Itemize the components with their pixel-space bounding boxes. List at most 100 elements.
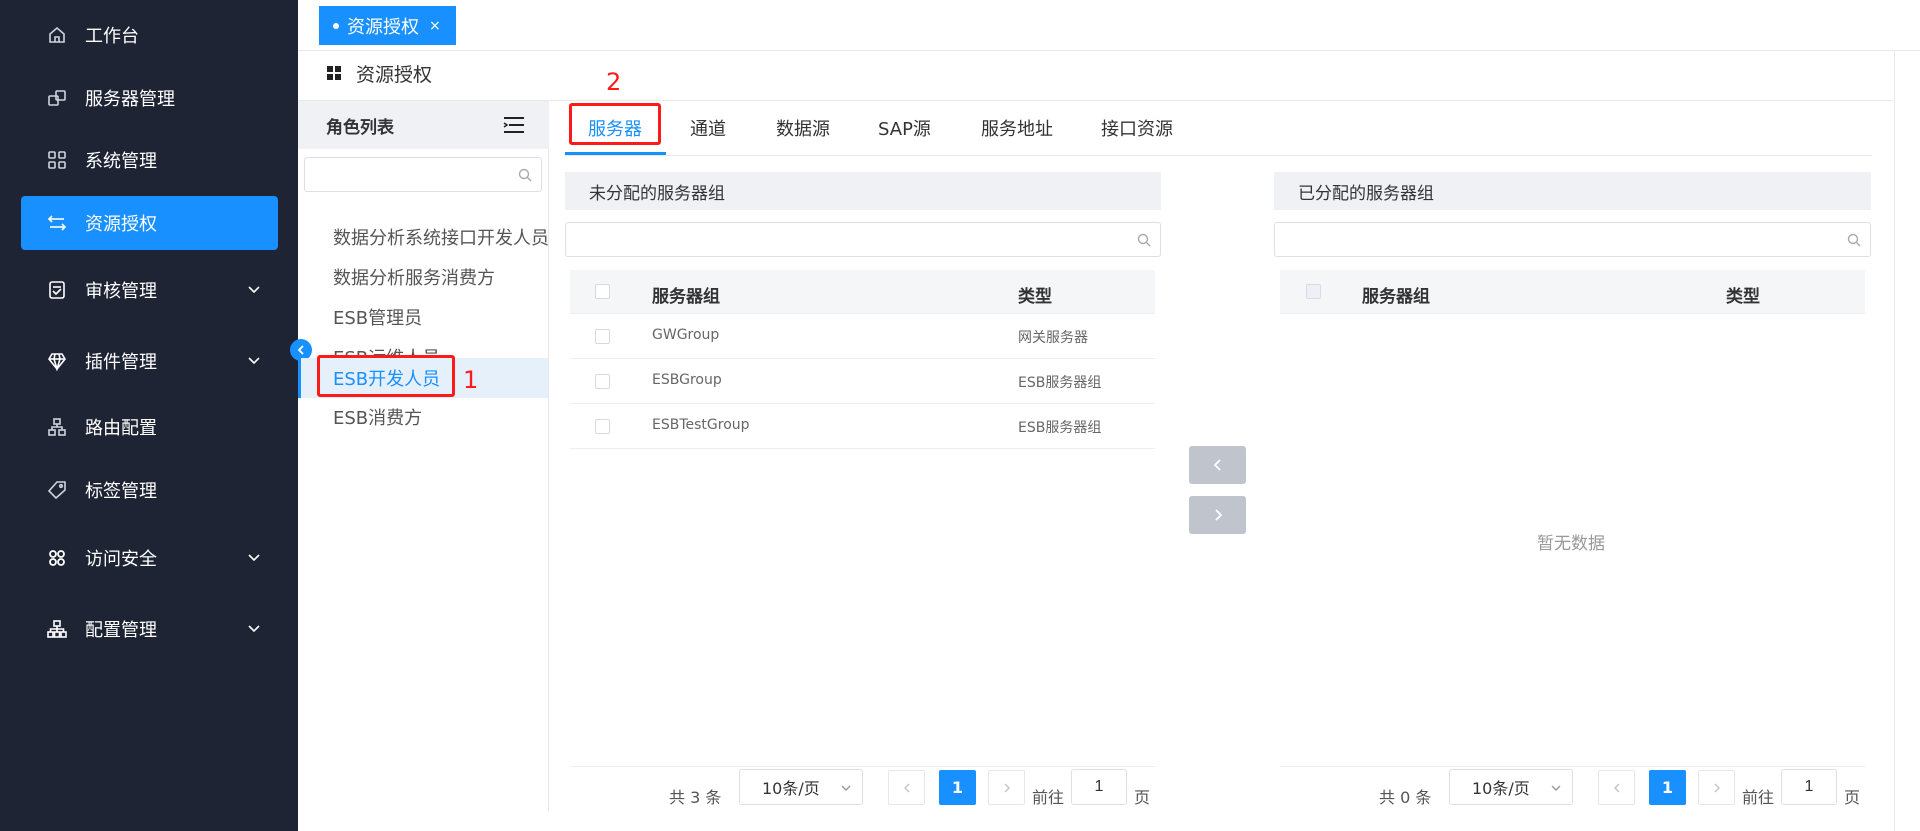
page-size-value: 10条/页 (1472, 779, 1530, 798)
role-item[interactable]: 数据分析系统接口开发人员 (298, 217, 549, 257)
assigned-panel-title: 已分配的服务器组 (1274, 172, 1871, 210)
column-header-group: 服务器组 (1362, 287, 1430, 307)
sidebar-item-label: 服务器管理 (85, 89, 175, 110)
row-checkbox[interactable] (595, 419, 610, 434)
sidebar-item-access-security[interactable]: 访问安全 (21, 531, 278, 585)
row-checkbox[interactable] (595, 374, 610, 389)
current-page-button[interactable]: 1 (1649, 770, 1686, 805)
tab-label: 资源授权 (347, 16, 419, 38)
tab-sap-source[interactable]: SAP源 (878, 115, 931, 141)
sidebar-item-resource-authorization[interactable]: 资源授权 (21, 196, 278, 250)
current-page-button[interactable]: 1 (939, 770, 976, 805)
annotation-number-1: 1 (463, 366, 479, 394)
assigned-search-field[interactable] (1275, 223, 1870, 256)
next-page-button[interactable] (988, 770, 1025, 805)
table-row[interactable]: ESBTestGroup ESB服务器组 (570, 404, 1155, 449)
assigned-table: 服务器组 类型 (1280, 270, 1865, 314)
close-icon[interactable]: × (429, 18, 441, 34)
role-list-title: 角色列表 (326, 117, 394, 138)
assigned-search-input[interactable] (1274, 222, 1871, 257)
column-header-type: 类型 (1018, 287, 1052, 307)
tag-icon (45, 478, 69, 502)
sidebar-item-label: 审核管理 (85, 281, 157, 302)
sidebar-item-label: 资源授权 (85, 214, 157, 235)
select-all-checkbox[interactable] (1306, 284, 1321, 299)
active-dot-icon (333, 22, 339, 29)
role-item[interactable]: ESB管理员 (298, 297, 548, 337)
tab-interface-resource[interactable]: 接口资源 (1101, 115, 1173, 141)
page-size-value: 10条/页 (762, 779, 820, 798)
chevron-down-icon (248, 554, 260, 562)
chevron-left-icon (1213, 459, 1221, 471)
sidebar-item-config-management[interactable]: 配置管理 (21, 602, 278, 656)
chevron-down-icon (841, 785, 851, 791)
move-right-button[interactable] (1189, 496, 1246, 534)
tab-resource-authorization[interactable]: 资源授权 × (319, 6, 456, 45)
sidebar-item-label: 工作台 (85, 26, 139, 47)
route-icon (45, 415, 69, 439)
tab-datasource[interactable]: 数据源 (776, 115, 830, 141)
row-checkbox[interactable] (595, 329, 610, 344)
move-left-button[interactable] (1189, 446, 1246, 484)
role-list-panel: 角色列表 数据分析系统接口开发人员 数据分析服务消费方 ESB管理员 ESB运维… (298, 101, 549, 811)
security-icon (45, 546, 69, 570)
empty-state-text: 暂无数据 (1537, 534, 1605, 554)
sidebar-item-workbench[interactable]: 工作台 (21, 8, 278, 62)
table-row[interactable]: ESBGroup ESB服务器组 (570, 359, 1155, 404)
divider (1894, 51, 1895, 831)
exchange-icon (45, 211, 69, 235)
sidebar-item-audit-management[interactable]: 审核管理 (21, 263, 278, 317)
role-item[interactable]: ESB消费方 (298, 397, 548, 437)
config-icon (45, 617, 69, 641)
sidebar-item-label: 访问安全 (85, 549, 157, 570)
menu-icon[interactable] (503, 116, 525, 134)
role-search-input[interactable] (304, 157, 542, 192)
page-label: 页 (1844, 788, 1861, 807)
next-page-button[interactable] (1698, 770, 1735, 805)
unassigned-search-input[interactable] (565, 222, 1161, 257)
tab-channel[interactable]: 通道 (690, 115, 726, 141)
divider (570, 766, 1155, 767)
table-header: 服务器组 类型 (570, 270, 1155, 314)
audit-icon (45, 278, 69, 302)
cell-group: ESBTestGroup (652, 417, 750, 433)
unassigned-panel-title: 未分配的服务器组 (565, 172, 1161, 210)
active-tab-indicator (565, 152, 666, 155)
select-all-checkbox[interactable] (595, 284, 610, 299)
goto-page-input[interactable] (1781, 769, 1837, 805)
column-header-type: 类型 (1726, 287, 1760, 307)
unassigned-search-field[interactable] (566, 223, 1160, 256)
cell-group: GWGroup (652, 327, 720, 343)
sidebar-item-server-management[interactable]: 服务器管理 (21, 71, 278, 125)
pagination-total: 共 0 条 (1379, 788, 1432, 807)
annotation-box-1 (317, 355, 455, 397)
table-row[interactable]: GWGroup 网关服务器 (570, 314, 1155, 359)
sidebar-item-label: 系统管理 (85, 151, 157, 172)
sidebar-item-label: 插件管理 (85, 352, 157, 373)
sidebar-item-plugin-management[interactable]: 插件管理 (21, 334, 278, 388)
chevron-down-icon (1551, 785, 1561, 791)
role-list-header: 角色列表 (298, 101, 549, 149)
grid-icon (45, 148, 69, 172)
sidebar-item-route-config[interactable]: 路由配置 (21, 400, 278, 454)
prev-page-button[interactable] (1598, 770, 1635, 805)
pagination-total: 共 3 条 (669, 788, 722, 807)
search-icon (518, 168, 532, 182)
prev-page-button[interactable] (888, 770, 925, 805)
tab-bar: 资源授权 × (298, 0, 1920, 51)
role-search-field[interactable] (305, 158, 541, 191)
table-header: 服务器组 类型 (1280, 270, 1865, 314)
chevron-down-icon (248, 357, 260, 365)
role-item[interactable]: 数据分析服务消费方 (298, 257, 548, 297)
cell-type: 网关服务器 (1018, 330, 1088, 346)
tab-service-address[interactable]: 服务地址 (981, 115, 1053, 141)
sidebar-item-tag-management[interactable]: 标签管理 (21, 463, 278, 517)
annotation-box-2 (569, 103, 661, 145)
page-size-select[interactable]: 10条/页 (1449, 769, 1573, 805)
breadcrumb: 资源授权 (326, 58, 432, 88)
sidebar-item-system-management[interactable]: 系统管理 (21, 133, 278, 187)
page-size-select[interactable]: 10条/页 (739, 769, 863, 805)
goto-page-input[interactable] (1071, 769, 1127, 805)
chevron-down-icon (248, 625, 260, 633)
resource-tabs: 服务器 通道 数据源 SAP源 服务地址 接口资源 (565, 101, 1872, 156)
